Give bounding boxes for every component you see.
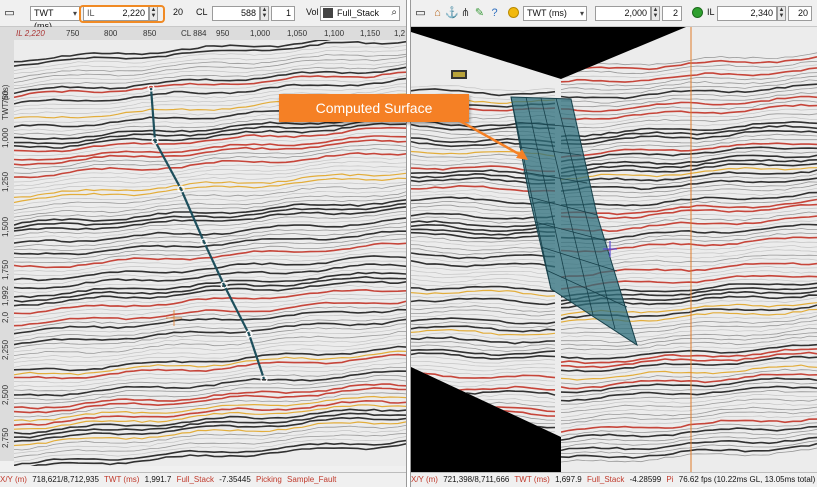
mode-value: Sample_Fault xyxy=(287,475,337,484)
home-icon[interactable]: ⌂ xyxy=(431,7,444,20)
volume-icon xyxy=(323,8,333,18)
top-tick: 1,050 xyxy=(287,29,308,38)
left-tick: 2,500 xyxy=(1,384,10,405)
help-icon[interactable]: ? xyxy=(488,7,501,20)
screenshot-icon[interactable]: ▭ xyxy=(414,7,427,20)
volume-status-value: -4.28599 xyxy=(629,475,662,484)
inline-step[interactable]: 20 xyxy=(170,6,186,21)
domain-select[interactable]: TWT (ms) xyxy=(523,6,587,21)
twt-value: 1,697.9 xyxy=(555,475,582,484)
top-tick: 1,2 xyxy=(394,29,406,38)
inline-field[interactable]: 2,340 xyxy=(717,6,777,21)
mode-label: Pi xyxy=(666,475,674,484)
left-tick: 1,250 xyxy=(1,171,10,192)
left-toolbar: ▭ TWT (ms) IL 2,220 ▲▼ 20 CL 588 ▲▼ 1 Vo… xyxy=(0,0,406,31)
wrench-icon[interactable]: ✎ xyxy=(473,7,486,20)
inline-step[interactable]: 20 xyxy=(788,6,812,21)
xy-value: 718,621/8,712,935 xyxy=(32,475,99,484)
computed-surface-callout: Computed Surface xyxy=(279,94,469,122)
xy-label: X/Y (m) xyxy=(411,475,438,484)
time-spinner[interactable]: ▲ ▼ xyxy=(651,6,660,21)
inline-highlight xyxy=(79,5,165,23)
left-tick: 1,000 xyxy=(1,127,10,148)
crossline-label: CL xyxy=(196,7,208,17)
xy-label: X/Y (m) xyxy=(0,475,27,484)
crossline-step[interactable]: 1 xyxy=(271,6,295,21)
tree-icon[interactable]: ⋔ xyxy=(459,7,472,20)
volume-status-value: -7.35445 xyxy=(219,475,251,484)
volume-value: Full_Stack xyxy=(337,8,380,18)
left-tick: 1,992 xyxy=(1,285,10,306)
volume-status-label: Full_Stack xyxy=(587,475,625,484)
search-icon[interactable]: ⌕ xyxy=(391,6,397,19)
top-tick: 950 xyxy=(216,29,230,38)
left-tick: 2,0 xyxy=(1,311,10,323)
inline-label: IL xyxy=(707,7,715,17)
inline-section-pane: ▭ TWT (ms) IL 2,220 ▲▼ 20 CL 588 ▲▼ 1 Vo… xyxy=(0,0,407,487)
3d-seismic-view[interactable] xyxy=(411,27,817,473)
well-marker-fill xyxy=(453,72,465,77)
top-tick: 750 xyxy=(66,29,80,38)
left-tick: 2,750 xyxy=(1,427,10,448)
inline-tag: IL 2,220 xyxy=(16,29,45,38)
left-vertical-axis: TWT (ms) 750 1,000 1,250 1,500 1,750 1,9… xyxy=(0,40,14,461)
crossline-spinner[interactable]: ▲ ▼ xyxy=(260,6,269,21)
twt-label: TWT (ms) xyxy=(514,475,550,484)
twt-label: TWT (ms) xyxy=(104,475,140,484)
xy-value: 721,398/8,711,666 xyxy=(443,475,510,484)
left-tick: 2,250 xyxy=(1,339,10,360)
top-tick: 1,100 xyxy=(324,29,345,38)
left-tick: 1,750 xyxy=(1,259,10,280)
left-tick: 750 xyxy=(1,90,10,104)
screenshot-icon[interactable]: ▭ xyxy=(3,7,16,20)
volume-field[interactable]: Full_Stack ⌕ xyxy=(320,6,400,21)
top-tick: 1,150 xyxy=(360,29,381,38)
sun-icon[interactable] xyxy=(507,7,520,20)
time-step[interactable]: 2 xyxy=(662,6,682,21)
crossline-tag: CL 884 xyxy=(181,29,207,38)
fps-readout: 76.62 fps (10.22ms GL, 13.05ms total) xyxy=(678,475,816,484)
domain-select[interactable]: TWT (ms) xyxy=(30,6,80,31)
right-status-bar: X/Y (m) 721,398/8,711,666 TWT (ms) 1,697… xyxy=(411,472,817,487)
time-field[interactable]: 2,000 xyxy=(595,6,651,21)
inline-spinner[interactable]: ▲ ▼ xyxy=(777,6,786,21)
anchor-icon[interactable]: ⚓ xyxy=(445,7,459,20)
volume-label: Vol xyxy=(306,7,319,17)
twt-value: 1,991.7 xyxy=(144,475,172,484)
volume-status-label: Full_Stack xyxy=(176,475,214,484)
green-dot-icon[interactable] xyxy=(691,7,704,20)
top-tick: 1,000 xyxy=(250,29,271,38)
left-status-bar: X/Y (m) 718,621/8,712,935 TWT (ms) 1,991… xyxy=(0,472,406,487)
left-top-axis: IL 2,220 750 800 850 CL 884 950 1,000 1,… xyxy=(0,27,406,40)
left-tick: 1,500 xyxy=(1,216,10,237)
right-toolbar: ▭ ⌂ ⚓ ⋔ ✎ ? TWT (ms) 2,000 ▲▼ 2 IL 2,340… xyxy=(411,0,817,27)
mode-label: Picking xyxy=(256,475,282,484)
top-tick: 850 xyxy=(143,29,157,38)
crossline-field[interactable]: 588 xyxy=(212,6,260,21)
3d-view-pane: ▭ ⌂ ⚓ ⋔ ✎ ? TWT (ms) 2,000 ▲▼ 2 IL 2,340… xyxy=(410,0,817,487)
top-tick: 800 xyxy=(104,29,118,38)
